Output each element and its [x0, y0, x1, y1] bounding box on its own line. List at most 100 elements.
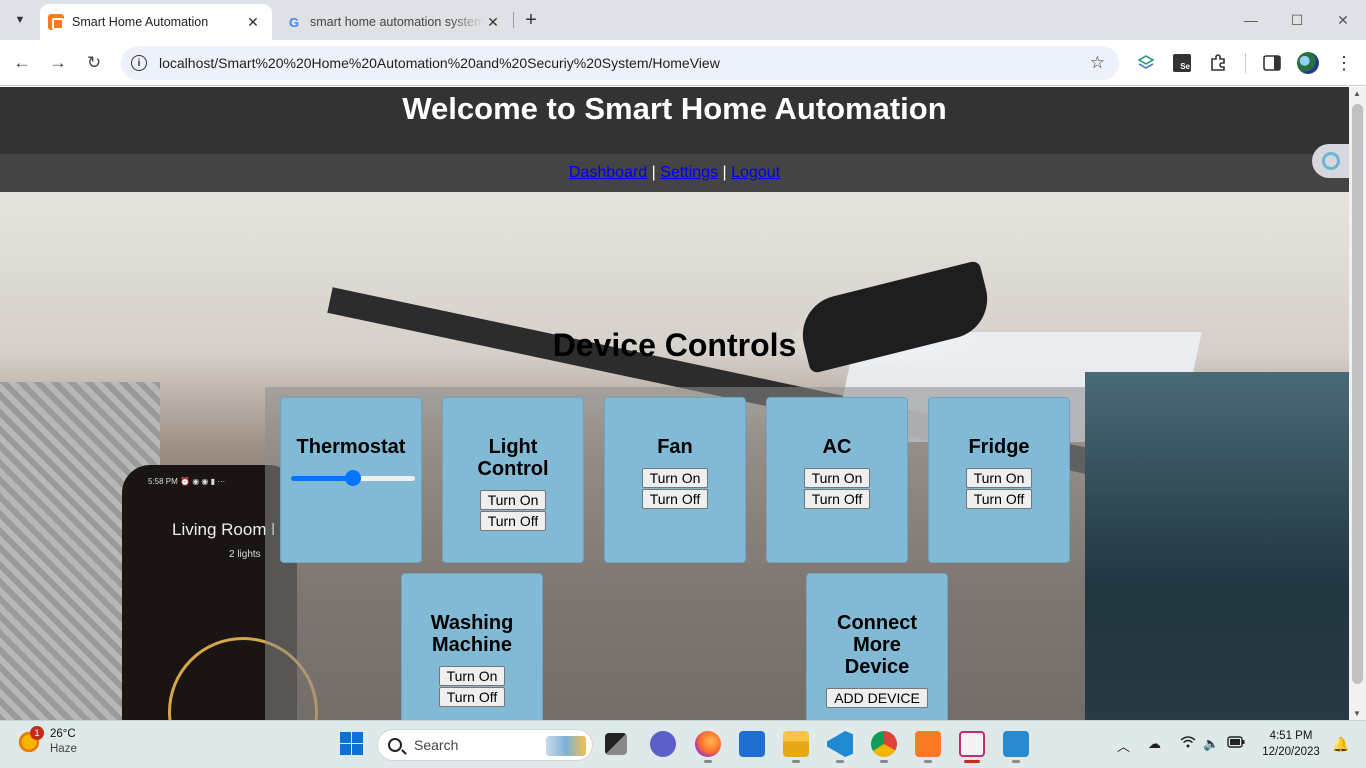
close-icon[interactable]: ✕	[244, 13, 262, 31]
search-icon	[388, 738, 402, 752]
notepad-icon[interactable]	[1003, 731, 1029, 757]
tab-smart-home[interactable]: Smart Home Automation ✕	[40, 4, 272, 40]
search-label: Search	[414, 737, 459, 753]
fan-turn-on-button[interactable]: Turn On	[641, 468, 709, 488]
toolbar-divider	[1245, 53, 1246, 73]
tab-search-chevron-icon[interactable]: ▼	[8, 8, 32, 32]
site-info-icon[interactable]: i	[131, 55, 147, 71]
chevron-up-icon[interactable]: ︿	[1117, 736, 1130, 755]
google-icon: G	[288, 14, 300, 30]
weather-condition: Haze	[50, 743, 77, 755]
tab-title: Smart Home Automation	[72, 15, 209, 29]
card-title: Connect More Device	[837, 612, 917, 678]
battery-icon[interactable]	[1227, 736, 1245, 751]
washing-machine-card: Washing Machine Turn On Turn Off	[401, 573, 543, 720]
light-turn-off-button[interactable]: Turn Off	[479, 511, 547, 531]
close-icon[interactable]: ✕	[484, 13, 502, 31]
minimize-button[interactable]: —	[1228, 0, 1274, 40]
fan-turn-off-button[interactable]: Turn Off	[641, 489, 709, 509]
wifi-icon[interactable]	[1180, 736, 1196, 751]
url-text[interactable]: localhost/Smart%20%20Home%20Automation%2…	[159, 55, 720, 71]
notification-bell-icon[interactable]: 🔔	[1332, 736, 1349, 753]
section-title: Device Controls	[552, 327, 797, 363]
system-clock[interactable]: 4:51 PM 12/20/2023	[1256, 728, 1326, 760]
slider-thumb[interactable]	[345, 470, 361, 486]
ac-turn-off-button[interactable]: Turn Off	[803, 489, 871, 509]
thermostat-slider[interactable]	[291, 470, 415, 486]
firefox-icon[interactable]	[695, 731, 721, 757]
thermostat-card: Thermostat	[280, 397, 422, 563]
tab-google-search[interactable]: G smart home automation system ✕	[276, 4, 512, 40]
nav-logout-link[interactable]: Logout	[731, 164, 780, 181]
new-tab-plus-icon[interactable]: +	[519, 8, 543, 32]
kebab-menu-icon[interactable]: ⋮	[1332, 51, 1356, 75]
fridge-turn-on-button[interactable]: Turn On	[965, 468, 1033, 488]
phone-time-text: 5:58 PM ⏰ ◉ ◉ ▮ ···	[148, 477, 226, 486]
card-title: Thermostat	[296, 436, 406, 458]
site-header: Welcome to Smart Home Automation	[0, 87, 1349, 154]
light-control-card: Light Control Turn On Turn Off	[442, 397, 584, 563]
maximize-button[interactable]: ☐	[1274, 0, 1320, 40]
onedrive-cloud-icon[interactable]: ☁	[1148, 736, 1161, 752]
reload-icon[interactable]: ↻	[80, 49, 108, 77]
fridge-card: Fridge Turn On Turn Off	[928, 397, 1070, 563]
chat-icon[interactable]	[650, 731, 676, 757]
snipping-tool-icon[interactable]	[959, 731, 985, 757]
fridge-turn-off-button[interactable]: Turn Off	[965, 489, 1033, 509]
phone-room-text: Living Room l	[172, 520, 275, 539]
xampp-icon	[48, 14, 64, 30]
side-panel-icon[interactable]	[1260, 51, 1284, 75]
profile-avatar[interactable]	[1296, 51, 1320, 75]
tab-title: smart home automation system	[310, 15, 484, 29]
ac-card: AC Turn On Turn Off	[766, 397, 908, 563]
clock-time: 4:51 PM	[1269, 730, 1313, 742]
window-view	[1085, 372, 1349, 720]
slider-fill	[291, 476, 353, 481]
nav-dashboard-link[interactable]: Dashboard	[569, 164, 647, 181]
selenium-extension-icon[interactable]: Se	[1170, 51, 1194, 75]
back-arrow-icon[interactable]: ←	[8, 49, 36, 77]
nav-settings-link[interactable]: Settings	[660, 164, 718, 181]
washing-turn-on-button[interactable]: Turn On	[438, 666, 506, 686]
notification-badge: 1	[30, 726, 44, 740]
scrollbar-thumb[interactable]	[1352, 104, 1363, 684]
floating-extension-icon[interactable]	[1312, 144, 1349, 178]
windows-taskbar: 1 26°C Haze Search ︿ ☁ 🔈 4:51 PM 12/20/2…	[0, 720, 1366, 768]
taskbar-search[interactable]: Search	[377, 729, 593, 761]
forward-arrow-icon[interactable]: →	[44, 49, 72, 77]
address-bar[interactable]: i localhost/Smart%20%20Home%20Automation…	[121, 46, 1119, 80]
xampp-taskbar-icon[interactable]	[915, 731, 941, 757]
windows-start-icon[interactable]	[339, 731, 365, 757]
card-title: AC	[822, 436, 852, 458]
browser-tab-strip: ▼ Smart Home Automation ✕ G smart home a…	[0, 0, 1366, 40]
task-view-icon[interactable]	[605, 733, 627, 755]
fan-card: Fan Turn On Turn Off	[604, 397, 746, 563]
extensions-puzzle-icon[interactable]	[1206, 51, 1230, 75]
card-title: Light Control	[477, 436, 549, 480]
bookmark-star-icon[interactable]: ☆	[1090, 53, 1105, 73]
vscode-icon[interactable]	[827, 731, 853, 757]
volume-icon[interactable]: 🔈	[1203, 736, 1219, 752]
phone-lights-text: 2 lights	[229, 549, 261, 560]
file-explorer-icon[interactable]	[783, 731, 809, 757]
extension-layers-icon[interactable]	[1134, 51, 1158, 75]
sun-haze-icon: 1	[16, 726, 44, 755]
card-title: Fridge	[968, 436, 1030, 458]
scroll-down-icon[interactable]: ▼	[1353, 709, 1361, 718]
mail-icon[interactable]	[739, 731, 765, 757]
connect-device-card: Connect More Device ADD DEVICE	[806, 573, 948, 720]
site-nav: Dashboard | Settings | Logout	[0, 154, 1349, 192]
light-turn-on-button[interactable]: Turn On	[479, 490, 547, 510]
window-close-button[interactable]: ✕	[1320, 0, 1366, 40]
ac-turn-on-button[interactable]: Turn On	[803, 468, 871, 488]
page-scrollbar[interactable]: ▲ ▼	[1349, 87, 1366, 720]
card-title: Washing Machine	[430, 612, 514, 656]
washing-turn-off-button[interactable]: Turn Off	[438, 687, 506, 707]
scroll-up-icon[interactable]: ▲	[1353, 89, 1361, 98]
weather-widget[interactable]: 1 26°C Haze	[16, 726, 77, 757]
add-device-button[interactable]: ADD DEVICE	[826, 688, 928, 708]
page-viewport: 5:58 PM ⏰ ◉ ◉ ▮ ··· Living Room l 2 ligh…	[0, 87, 1349, 720]
nav-separator: |	[722, 164, 727, 181]
page-title: Welcome to Smart Home Automation	[402, 91, 947, 126]
chrome-icon[interactable]	[871, 731, 897, 757]
